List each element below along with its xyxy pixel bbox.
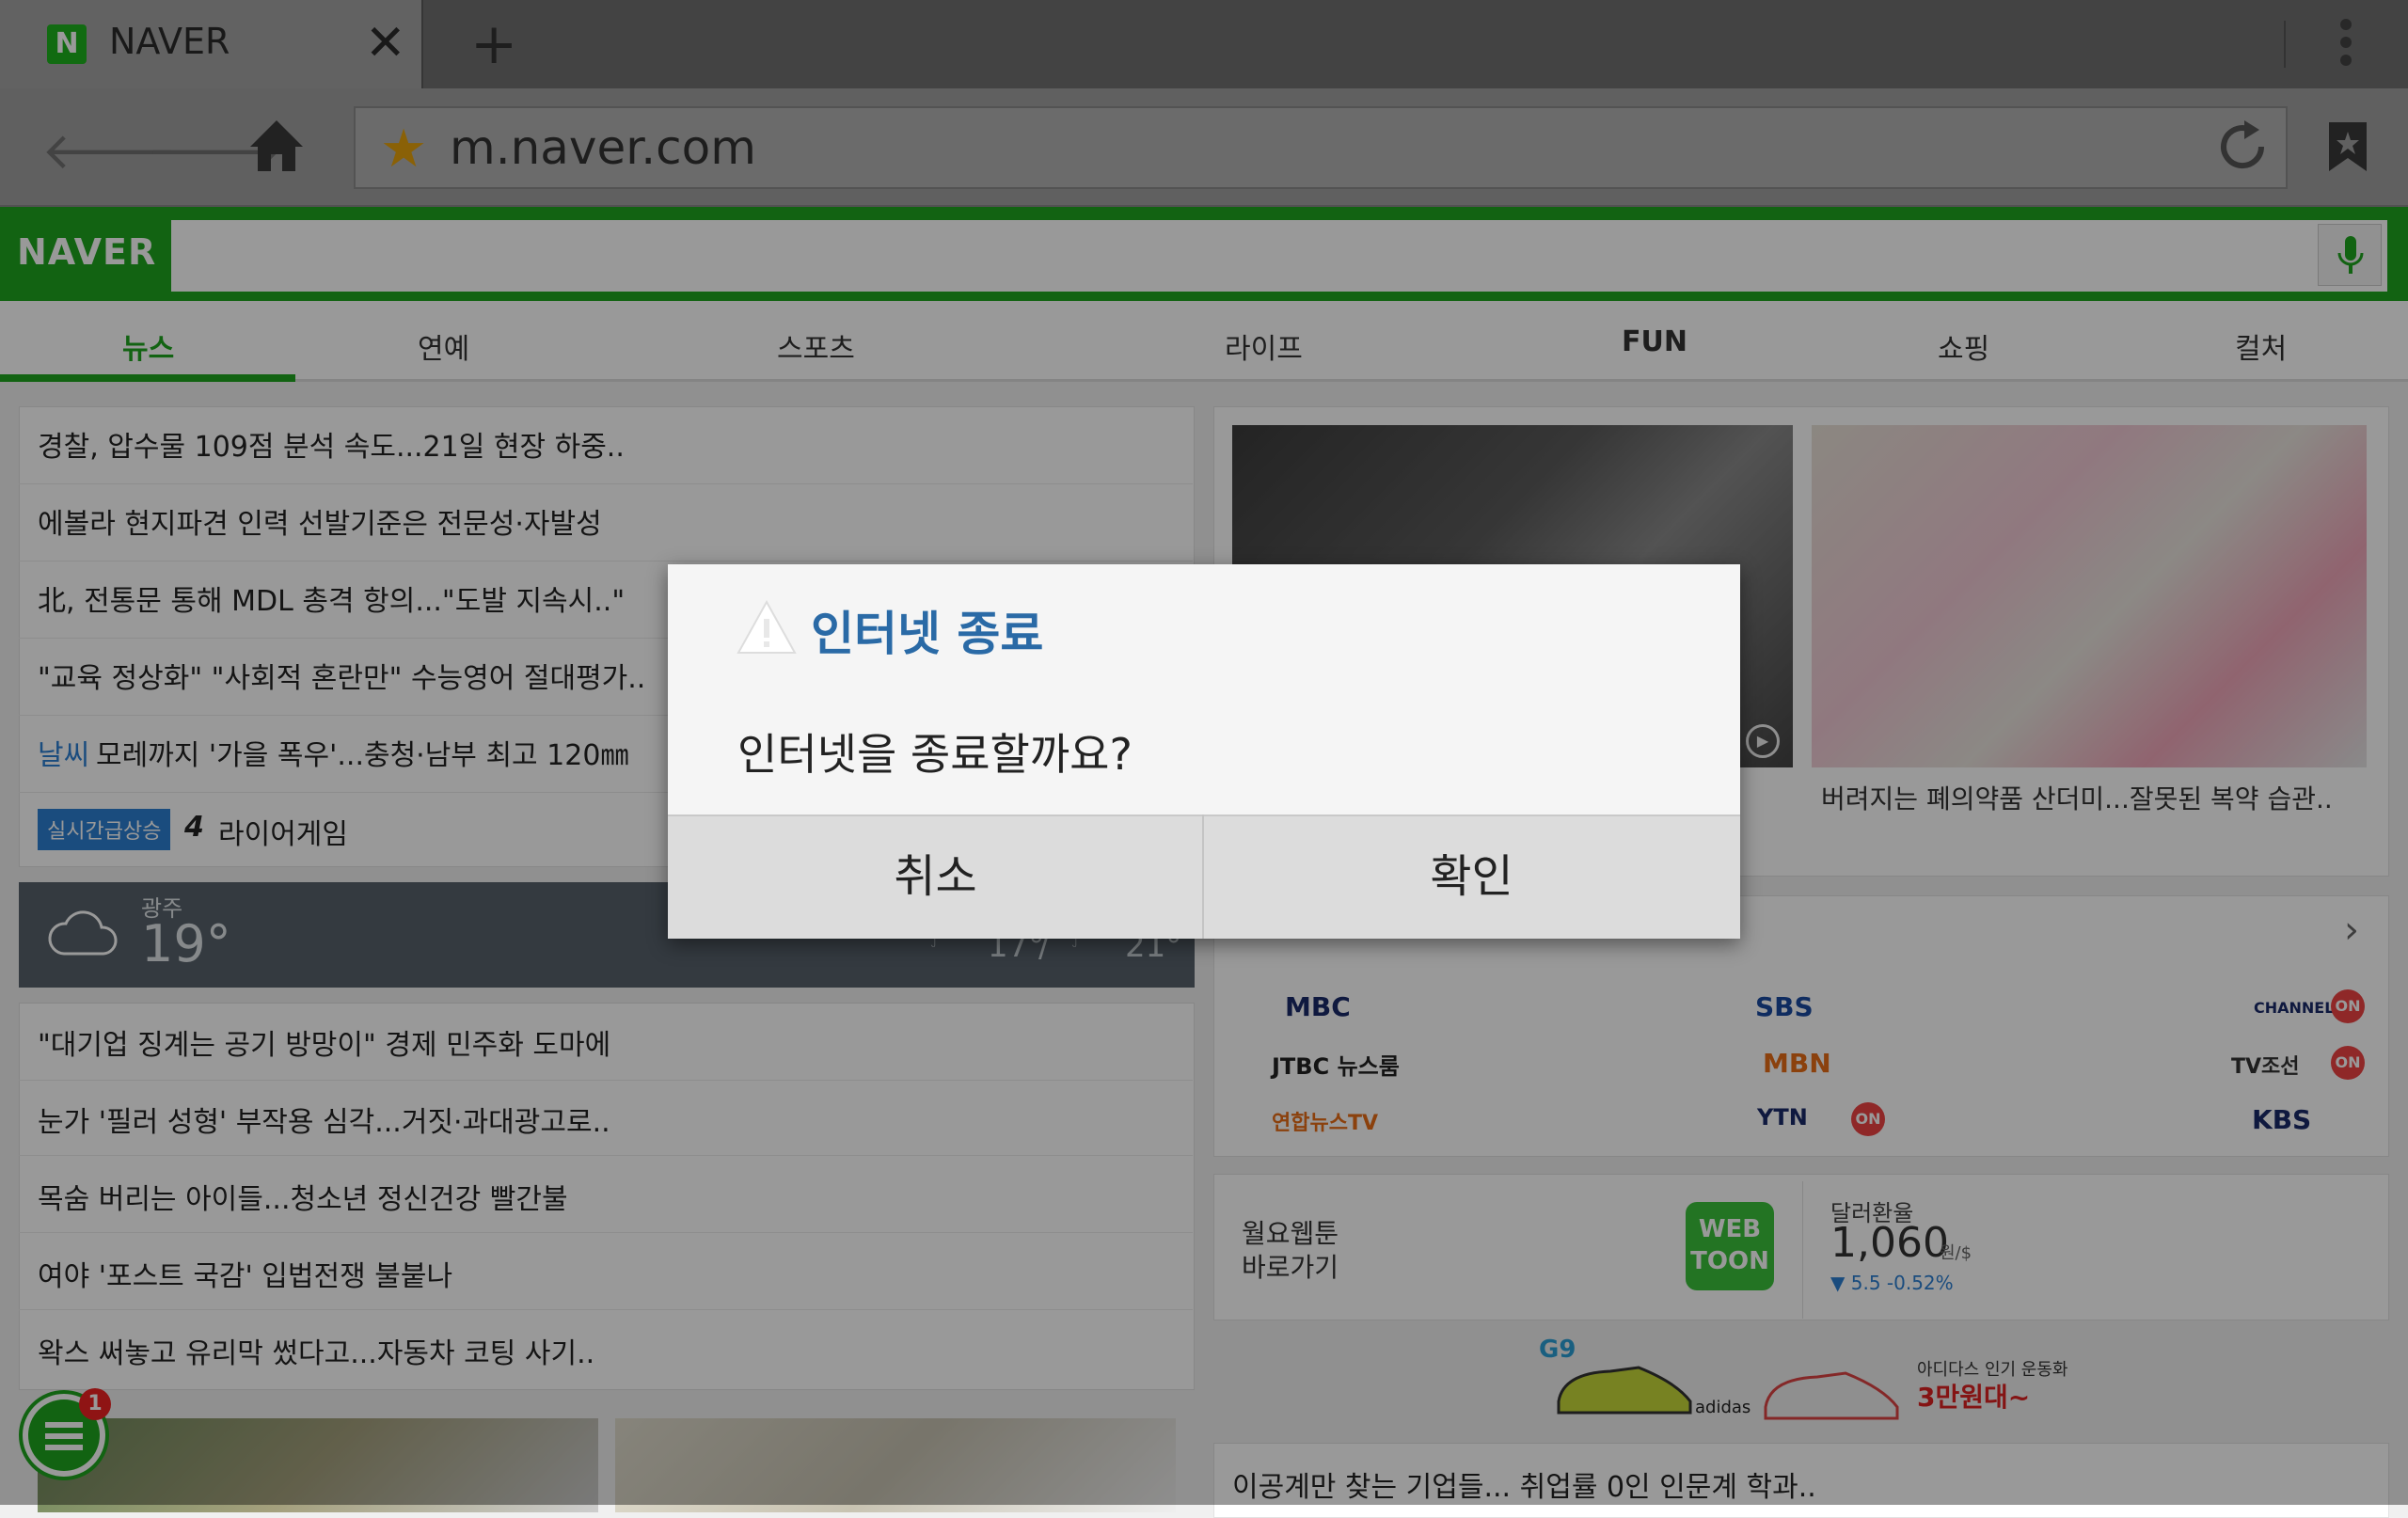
warning-icon [737, 599, 797, 654]
cancel-button[interactable]: 취소 [668, 814, 1203, 939]
confirm-button[interactable]: 확인 [1204, 814, 1739, 939]
dialog-title: 인터넷 종료 [811, 607, 1044, 661]
dialog-message: 인터넷을 종료할까요? [737, 729, 1133, 780]
